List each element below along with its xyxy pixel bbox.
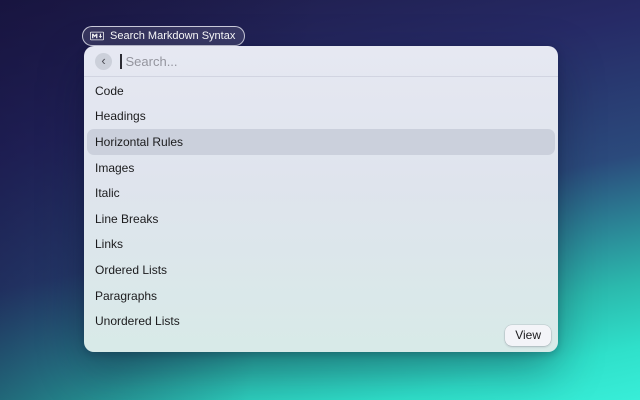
back-button[interactable]: ‹ — [95, 53, 112, 70]
list-item-code[interactable]: Code — [87, 78, 555, 104]
command-palette-panel: ‹ Code Headings Horizontal Rules Images … — [84, 46, 558, 352]
markdown-icon — [90, 31, 104, 41]
list-item-paragraphs[interactable]: Paragraphs — [87, 283, 555, 309]
search-markdown-syntax-pill[interactable]: Search Markdown Syntax — [82, 26, 245, 46]
search-bar: ‹ — [84, 46, 558, 77]
list-item-headings[interactable]: Headings — [87, 104, 555, 130]
chevron-left-icon: ‹ — [101, 54, 105, 67]
list-item-line-breaks[interactable]: Line Breaks — [87, 206, 555, 232]
list-item-unordered-lists[interactable]: Unordered Lists — [87, 308, 555, 334]
pill-label: Search Markdown Syntax — [110, 26, 235, 46]
list-item-ordered-lists[interactable]: Ordered Lists — [87, 257, 555, 283]
syntax-list: Code Headings Horizontal Rules Images It… — [84, 77, 558, 334]
list-item-italic[interactable]: Italic — [87, 180, 555, 206]
list-item-horizontal-rules[interactable]: Horizontal Rules — [87, 129, 555, 155]
list-item-links[interactable]: Links — [87, 232, 555, 258]
list-item-images[interactable]: Images — [87, 155, 555, 181]
desktop-background: Search Markdown Syntax ‹ Code Headings H… — [0, 0, 640, 400]
text-caret — [120, 54, 122, 69]
view-button[interactable]: View — [505, 325, 551, 346]
search-input[interactable] — [126, 54, 547, 69]
